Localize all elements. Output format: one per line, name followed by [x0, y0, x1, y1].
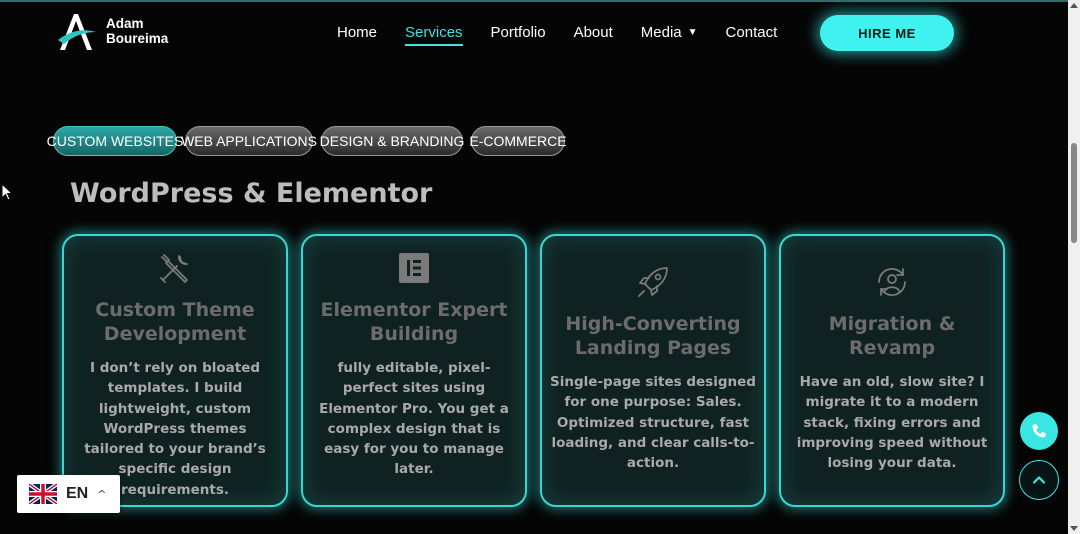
tab-e-commerce[interactable]: E-COMMERCE	[469, 126, 567, 156]
logo-a-icon	[58, 14, 96, 50]
mouse-cursor-icon	[1, 183, 13, 201]
language-switcher[interactable]: EN ^	[17, 475, 120, 513]
nav-portfolio[interactable]: Portfolio	[491, 24, 546, 41]
elementor-icon	[396, 248, 432, 288]
section-title: WordPress & Elementor	[70, 178, 433, 209]
card-description: fully editable, pixel-perfect sites usin…	[319, 360, 509, 478]
service-card: Elementor Expert Building fully editable…	[301, 234, 527, 507]
rocket-icon	[635, 262, 671, 302]
logo-text: Adam Boureima	[106, 16, 168, 46]
chevron-up-icon	[1032, 476, 1046, 484]
card-description: Have an old, slow site? I migrate it to …	[796, 374, 988, 472]
tab-design-branding[interactable]: DESIGN & BRANDING	[320, 126, 464, 156]
scroll-thumb[interactable]	[1071, 143, 1077, 243]
card-description: Single-page sites designed for one purpo…	[550, 374, 756, 472]
phone-button[interactable]	[1020, 412, 1058, 450]
service-tabs: CUSTOM WEBSITES WEB APPLICATIONS DESIGN …	[47, 126, 567, 156]
service-card: Custom Theme Development I don’t rely on…	[62, 234, 288, 507]
nav-media[interactable]: Media ▼	[641, 24, 698, 41]
nav-services[interactable]: Services	[405, 24, 463, 46]
nav-media-label: Media	[640, 24, 682, 41]
tab-web-applications[interactable]: WEB APPLICATIONS	[181, 126, 317, 156]
card-title: Migration & Revamp	[828, 313, 956, 359]
site-logo[interactable]: Adam Boureima	[56, 8, 186, 54]
card-title: Elementor Expert Building	[320, 299, 508, 345]
card-title: High-Converting Landing Pages	[565, 313, 741, 359]
tab-custom-websites[interactable]: CUSTOM WEBSITES	[47, 126, 183, 156]
logo-line-1: Adam	[106, 16, 144, 31]
service-cards: Custom Theme Development I don’t rely on…	[62, 234, 1005, 507]
tools-icon	[157, 248, 193, 288]
nav-contact[interactable]: Contact	[726, 24, 778, 41]
caret-down-icon: ▼	[687, 27, 698, 38]
uk-flag-icon	[29, 484, 57, 504]
hire-me-button[interactable]: HIRE ME	[820, 15, 954, 51]
language-code: EN	[66, 485, 89, 502]
site-header: Adam Boureima Home Services Portfolio Ab…	[0, 2, 1068, 64]
scroll-to-top-button[interactable]	[1019, 460, 1059, 500]
user-sync-icon	[874, 262, 910, 302]
scroll-down-arrow-icon[interactable]	[1070, 526, 1078, 531]
chevron-up-icon: ^	[97, 487, 107, 501]
main-nav: Home Services Portfolio About Media ▼ Con…	[337, 24, 805, 46]
scroll-up-arrow-icon[interactable]	[1070, 3, 1078, 8]
page-scrollbar[interactable]	[1068, 0, 1080, 534]
service-card: High-Converting Landing Pages Single-pag…	[540, 234, 766, 507]
nav-about[interactable]: About	[574, 24, 613, 41]
logo-line-2: Boureima	[106, 31, 169, 46]
nav-home[interactable]: Home	[337, 24, 377, 41]
service-card: Migration & Revamp Have an old, slow sit…	[779, 234, 1005, 507]
card-title: Custom Theme Development	[95, 299, 255, 345]
phone-icon	[1032, 424, 1046, 438]
